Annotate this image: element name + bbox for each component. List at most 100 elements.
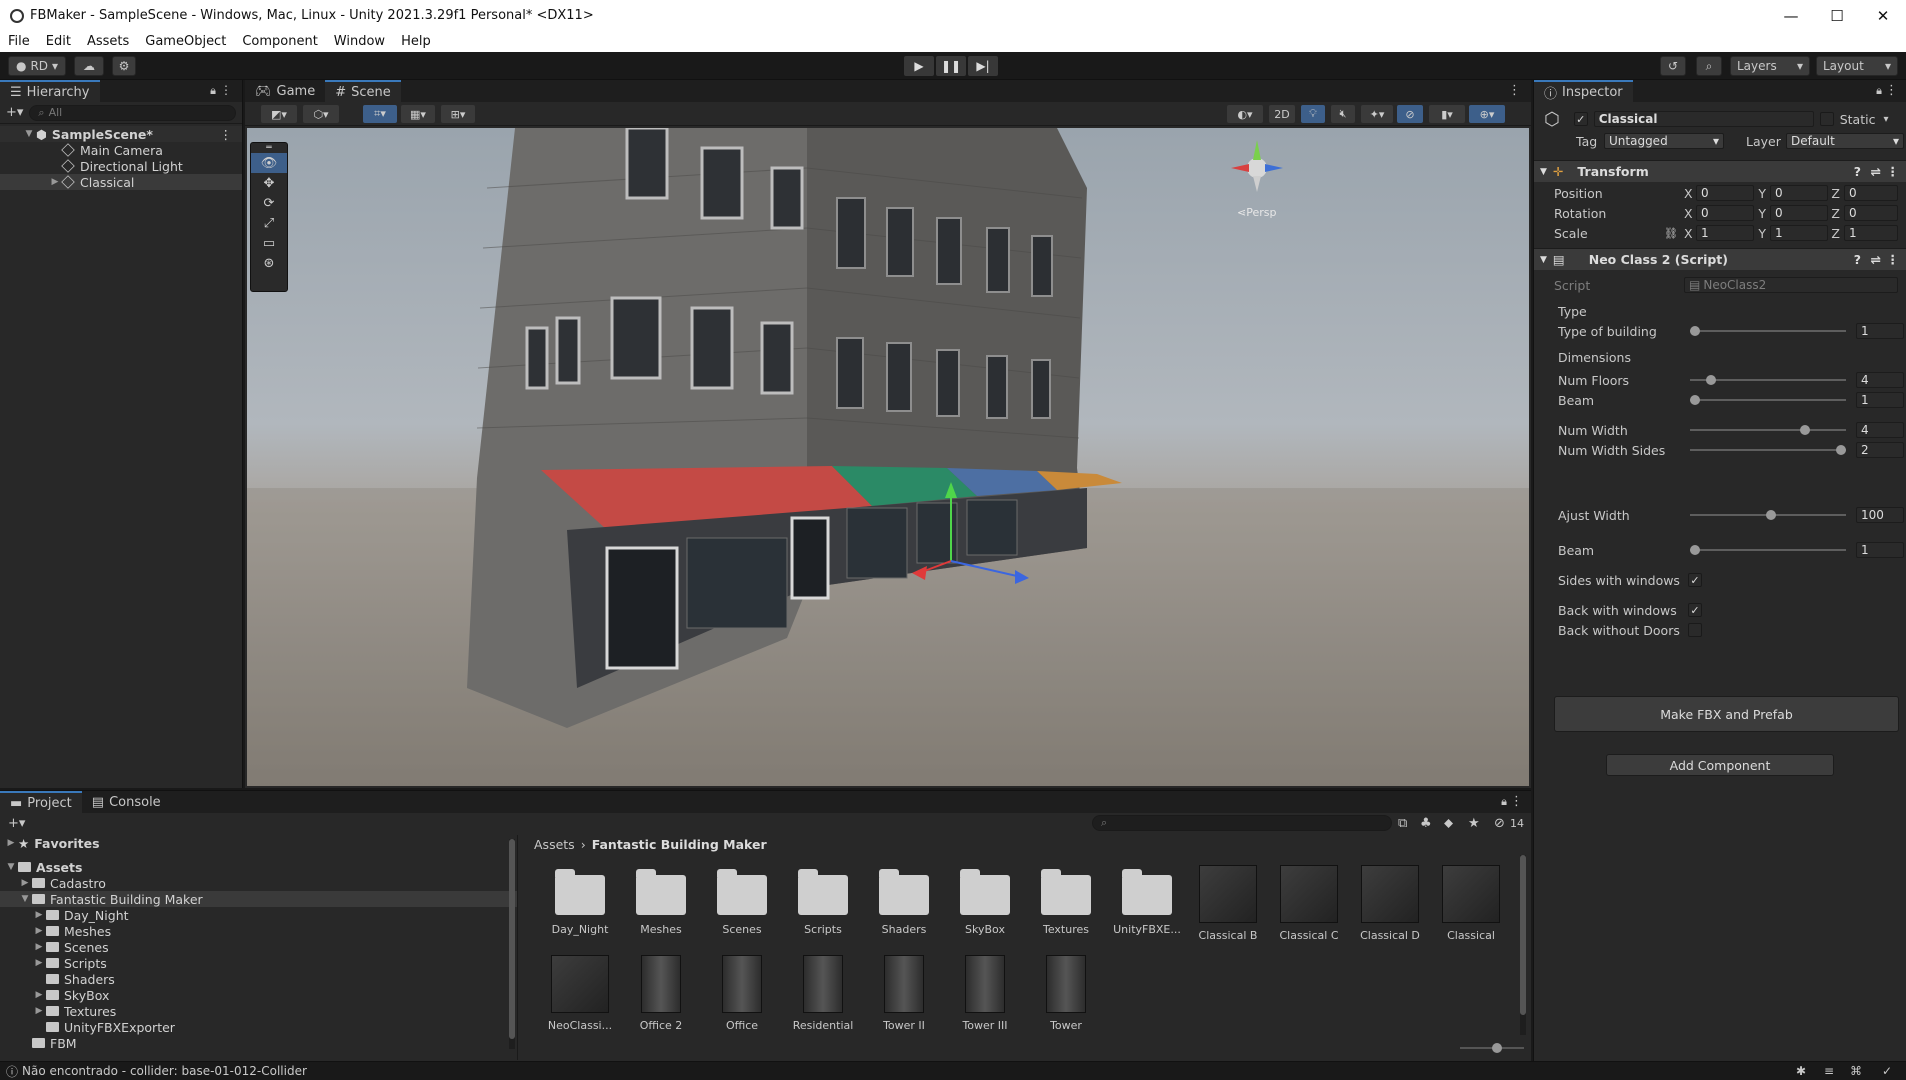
tree-item[interactable]: UnityFBXExporter bbox=[0, 1019, 517, 1035]
asset-folder-day-night[interactable]: Day_Night bbox=[540, 861, 620, 936]
asset-folder-skybox[interactable]: SkyBox bbox=[945, 861, 1025, 936]
asset-folder-meshes[interactable]: Meshes bbox=[621, 861, 701, 936]
object-name-input[interactable]: Classical bbox=[1593, 111, 1814, 127]
active-checkbox[interactable]: ✓ bbox=[1573, 112, 1588, 126]
rect-tool-icon[interactable]: ▭ bbox=[251, 233, 287, 253]
beam2-slider[interactable] bbox=[1688, 542, 1848, 558]
num-width-field[interactable]: 4 bbox=[1856, 422, 1904, 438]
asset-prefab-tower[interactable]: Tower bbox=[1026, 951, 1106, 1032]
menu-window[interactable]: Window bbox=[326, 34, 393, 49]
rotation-z-field[interactable]: 0 bbox=[1844, 205, 1898, 221]
favorites-item[interactable]: ▶ ★ Favorites bbox=[0, 835, 517, 851]
beam-field[interactable]: 1 bbox=[1856, 392, 1904, 408]
expand-arrow-icon[interactable]: ▶ bbox=[32, 942, 46, 952]
tree-item[interactable]: ▼ Fantastic Building Maker bbox=[0, 891, 517, 907]
snap-dropdown[interactable]: ⌗▾ bbox=[363, 105, 397, 123]
tree-item[interactable]: ▶ Textures bbox=[0, 1003, 517, 1019]
minimize-button[interactable]: — bbox=[1768, 0, 1814, 31]
collab-button[interactable]: ⚙ bbox=[112, 56, 136, 76]
project-search-input[interactable]: ⌕ bbox=[1092, 815, 1392, 831]
expand-arrow-icon[interactable]: ▶ bbox=[4, 838, 18, 848]
layers-dropdown[interactable]: Layers ▾ bbox=[1730, 56, 1810, 76]
more-icon[interactable]: ⋮ bbox=[220, 83, 232, 97]
breadcrumb-assets[interactable]: Assets bbox=[534, 837, 575, 852]
bug-icon[interactable]: ✱ bbox=[1796, 1064, 1806, 1078]
more-icon[interactable]: ⋮ bbox=[1887, 164, 1900, 179]
label-filter-icon[interactable]: ⬥ bbox=[1444, 816, 1453, 831]
move-tool-icon[interactable]: ✥ bbox=[251, 173, 287, 193]
asset-prefab-classical-b[interactable]: Classical B bbox=[1188, 861, 1268, 942]
asset-folder-textures[interactable]: Textures bbox=[1026, 861, 1106, 936]
chevron-down-icon[interactable]: ▾ bbox=[1883, 114, 1888, 125]
lock-icon[interactable]: 🔒︎ bbox=[210, 84, 216, 98]
list-item[interactable]: ▶ Classical bbox=[0, 174, 242, 190]
grid-dropdown[interactable]: ▦▾ bbox=[401, 105, 435, 123]
add-component-button[interactable]: Add Component bbox=[1606, 754, 1834, 776]
preset-icon[interactable]: ⇌ bbox=[1871, 252, 1881, 267]
beam-slider[interactable] bbox=[1688, 392, 1848, 408]
make-fbx-prefab-button[interactable]: Make FBX and Prefab bbox=[1554, 696, 1899, 732]
draw-mode-dropdown[interactable]: ◩▾ bbox=[261, 105, 297, 123]
lock-icon[interactable]: 🔒︎ bbox=[1501, 795, 1507, 809]
status-message[interactable]: Não encontrado - collider: base-01-012-C… bbox=[22, 1064, 307, 1078]
expand-arrow-icon[interactable]: ▶ bbox=[32, 958, 46, 968]
camera-dropdown[interactable]: ▮▾ bbox=[1429, 105, 1465, 123]
tree-item[interactable]: ▶ Scripts bbox=[0, 955, 517, 971]
ajust-width-slider[interactable] bbox=[1688, 507, 1848, 523]
script-component-header[interactable]: ▼ ▤ Neo Class 2 (Script) ? ⇌ ⋮ bbox=[1534, 248, 1906, 270]
num-floors-field[interactable]: 4 bbox=[1856, 372, 1904, 388]
scale-y-field[interactable]: 1 bbox=[1770, 225, 1828, 241]
position-y-field[interactable]: 0 bbox=[1770, 185, 1828, 201]
asset-folder-unityfbxexporter[interactable]: UnityFBXE... bbox=[1107, 861, 1187, 936]
constrain-link-icon[interactable]: ⛓ bbox=[1664, 227, 1684, 240]
transform-header[interactable]: ▼ ✛ Transform ? ⇌ ⋮ bbox=[1534, 160, 1906, 182]
lock-icon[interactable]: 🔒︎ bbox=[1876, 84, 1882, 98]
expand-arrow-icon[interactable]: ▶ bbox=[18, 878, 32, 888]
asset-prefab-classical-d[interactable]: Classical D bbox=[1350, 861, 1430, 942]
persp-label[interactable]: ⋖Persp bbox=[1237, 206, 1276, 219]
tree-item[interactable]: ▶ SkyBox bbox=[0, 987, 517, 1003]
filter-icon[interactable]: ⧉ bbox=[1398, 816, 1407, 831]
view-tool-icon[interactable]: 👁︎ bbox=[251, 153, 287, 173]
expand-arrow-icon[interactable]: ▶ bbox=[48, 177, 62, 187]
tree-item[interactable]: Shaders bbox=[0, 971, 517, 987]
layout-dropdown[interactable]: Layout ▾ bbox=[1816, 56, 1898, 76]
toggle-2d-button[interactable]: 2D bbox=[1269, 105, 1295, 123]
rotate-tool-icon[interactable]: ⟳ bbox=[251, 193, 287, 213]
type-of-building-slider[interactable] bbox=[1688, 323, 1848, 339]
more-icon[interactable]: ⋮ bbox=[1510, 794, 1523, 809]
progress-icon[interactable]: ≡ bbox=[1824, 1064, 1834, 1078]
ajust-width-field[interactable]: 100 bbox=[1856, 507, 1904, 523]
tree-item[interactable]: FBM bbox=[0, 1035, 517, 1051]
render-dropdown[interactable]: ◐▾ bbox=[1227, 105, 1263, 123]
increment-dropdown[interactable]: ⊞▾ bbox=[441, 105, 475, 123]
menu-assets[interactable]: Assets bbox=[79, 34, 137, 49]
more-icon[interactable]: ⋮ bbox=[220, 127, 233, 142]
rotation-x-field[interactable]: 0 bbox=[1696, 205, 1754, 221]
static-checkbox[interactable] bbox=[1819, 112, 1834, 126]
layer-dropdown[interactable]: Default ▾ bbox=[1786, 133, 1904, 149]
expand-arrow-icon[interactable]: ▼ bbox=[18, 894, 32, 904]
sides-with-windows-checkbox[interactable]: ✓ bbox=[1688, 573, 1702, 587]
maximize-button[interactable]: ☐ bbox=[1814, 0, 1860, 31]
scale-tool-icon[interactable]: ⤢ bbox=[251, 213, 287, 233]
back-without-doors-checkbox[interactable] bbox=[1688, 623, 1702, 637]
num-width-sides-slider[interactable] bbox=[1688, 442, 1848, 458]
expand-arrow-icon[interactable]: ▼ bbox=[4, 862, 18, 872]
hidden-packages-icon[interactable]: ⊘ bbox=[1494, 816, 1505, 831]
audio-icon[interactable]: 🔇︎ bbox=[1331, 105, 1355, 123]
more-icon[interactable]: ⋮ bbox=[1508, 83, 1521, 98]
num-floors-slider[interactable] bbox=[1688, 372, 1848, 388]
cache-icon[interactable]: ✓ bbox=[1882, 1064, 1892, 1078]
cloud-button[interactable]: ☁ bbox=[74, 56, 104, 76]
preset-icon[interactable]: ⇌ bbox=[1871, 164, 1881, 179]
asset-folder-scripts[interactable]: Scripts bbox=[783, 861, 863, 936]
account-dropdown[interactable]: ● RD ▾ bbox=[8, 56, 66, 76]
play-button[interactable]: ▶ bbox=[904, 56, 934, 76]
tab-game[interactable]: 🎮︎ Game bbox=[245, 80, 325, 102]
history-button[interactable]: ↺ bbox=[1660, 56, 1686, 76]
assets-item[interactable]: ▼ Assets bbox=[0, 859, 517, 875]
tree-scrollbar[interactable] bbox=[509, 839, 515, 1049]
list-item[interactable]: Directional Light bbox=[0, 158, 242, 174]
shading-dropdown[interactable]: ⬡▾ bbox=[303, 105, 339, 123]
